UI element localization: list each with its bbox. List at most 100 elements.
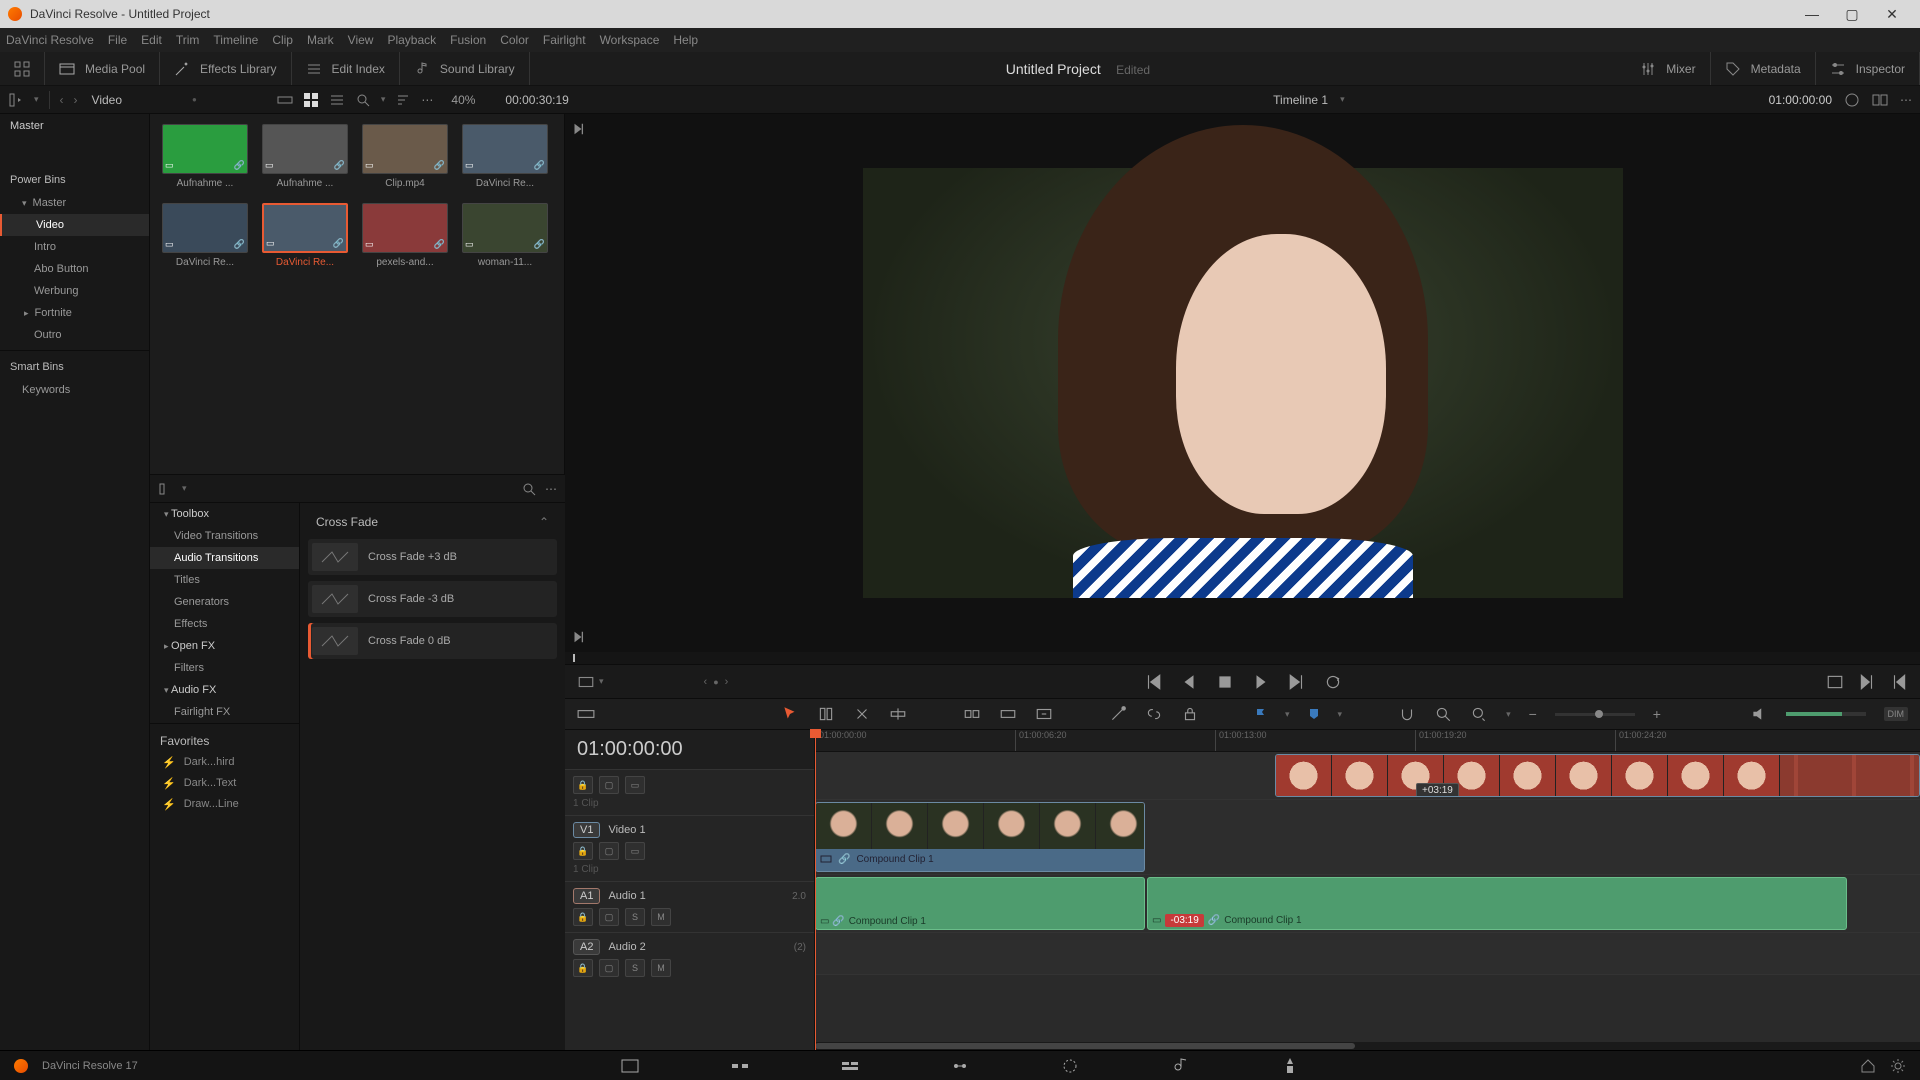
timeline-ruler[interactable]: 01:00:00:0001:00:06:2001:00:13:0001:00:1…: [815, 730, 1920, 752]
fusion-page-icon[interactable]: [950, 1056, 970, 1076]
zoom-search-icon[interactable]: [1434, 705, 1452, 723]
dynamic-trim-icon[interactable]: [853, 705, 871, 723]
maximize-button[interactable]: ▢: [1832, 6, 1872, 23]
blade-tool-icon[interactable]: [889, 705, 907, 723]
power-bins-header[interactable]: Power Bins: [0, 168, 149, 192]
flag-icon[interactable]: [1255, 708, 1267, 720]
effects-library-button[interactable]: Effects Library: [200, 62, 276, 76]
smart-bins-header[interactable]: Smart Bins: [0, 355, 149, 379]
color-page-icon[interactable]: [1060, 1056, 1080, 1076]
fx-filters[interactable]: Filters: [150, 657, 299, 679]
fx-preset[interactable]: Cross Fade 0 dB: [308, 623, 557, 659]
clip-thumbnail[interactable]: ▭🔗: [462, 203, 548, 253]
smartbin-keywords[interactable]: Keywords: [0, 379, 149, 401]
a1-clip-1[interactable]: ▭ 🔗Compound Clip 1: [815, 877, 1145, 930]
timeline-timecode[interactable]: 01:00:00:00: [565, 730, 814, 769]
a1-track-name[interactable]: Audio 1: [608, 890, 645, 902]
sound-library-button[interactable]: Sound Library: [440, 62, 515, 76]
nav-next-icon[interactable]: ›: [725, 676, 729, 688]
prev-edit-icon[interactable]: [571, 630, 585, 644]
favorite-item[interactable]: ⚡Draw...Line: [160, 794, 289, 815]
viewer-canvas[interactable]: [863, 168, 1623, 598]
menu-timeline[interactable]: Timeline: [213, 33, 258, 47]
v2-clip[interactable]: +03:19 🔗 Compound C +03:19: [1275, 754, 1920, 797]
matchframe-icon[interactable]: [1826, 673, 1844, 691]
bin-item-intro[interactable]: Intro: [0, 236, 149, 258]
menu-clip[interactable]: Clip: [272, 33, 293, 47]
track-solo-button[interactable]: S: [625, 959, 645, 977]
bin-item-fortnite[interactable]: ▸ Fortnite: [0, 302, 149, 324]
blade-edit-icon[interactable]: [1109, 705, 1127, 723]
deliver-page-icon[interactable]: [1280, 1056, 1300, 1076]
v1-badge[interactable]: V1: [573, 822, 600, 838]
go-start-button[interactable]: [1144, 673, 1162, 691]
fx-tree-audio-transitions[interactable]: Audio Transitions: [150, 547, 299, 569]
search-icon[interactable]: [521, 481, 537, 497]
bypass-icon[interactable]: [577, 673, 595, 691]
fx-fairlight[interactable]: Fairlight FX: [150, 701, 299, 723]
lock-icon[interactable]: [1181, 705, 1199, 723]
menu-playback[interactable]: Playback: [387, 33, 436, 47]
track-autoselect-button[interactable]: ▢: [599, 908, 619, 926]
menu-fairlight[interactable]: Fairlight: [543, 33, 586, 47]
fx-preset[interactable]: Cross Fade +3 dB: [308, 539, 557, 575]
zoom-out-button[interactable]: −: [1529, 706, 1537, 722]
bin-item-abo-button[interactable]: Abo Button: [0, 258, 149, 280]
listview-icon[interactable]: [329, 92, 345, 108]
mediapool-button[interactable]: Media Pool: [85, 62, 145, 76]
viewer-scrubber[interactable]: [565, 652, 1920, 664]
clip-thumbnail[interactable]: ▭🔗: [162, 203, 248, 253]
clip-thumbnail[interactable]: ▭🔗: [262, 124, 348, 174]
track-lock-button[interactable]: 🔒: [573, 908, 593, 926]
playhead[interactable]: [815, 730, 816, 1050]
strip-view-icon[interactable]: [277, 92, 293, 108]
favorite-item[interactable]: ⚡Dark...hird: [160, 752, 289, 773]
fx-audiofx-header[interactable]: ▾ Audio FX: [150, 679, 299, 701]
filter-chevron-icon[interactable]: ▾: [381, 94, 386, 105]
clip-thumbnail[interactable]: ▭🔗: [162, 124, 248, 174]
link-icon[interactable]: [1145, 705, 1163, 723]
loop-button[interactable]: [1324, 673, 1342, 691]
minimize-button[interactable]: —: [1792, 6, 1832, 22]
favorite-item[interactable]: ⚡Dark...Text: [160, 773, 289, 794]
menu-color[interactable]: Color: [500, 33, 529, 47]
a2-track-name[interactable]: Audio 2: [608, 941, 645, 953]
a2-badge[interactable]: A2: [573, 939, 600, 955]
menu-view[interactable]: View: [348, 33, 374, 47]
track-autoselect-button[interactable]: ▢: [599, 959, 619, 977]
v1-clip[interactable]: 🔗 Compound Clip 1: [815, 802, 1145, 872]
clip-thumbnail[interactable]: ▭🔗: [262, 203, 348, 253]
v1-track-name[interactable]: Video 1: [608, 824, 645, 836]
mixer-button[interactable]: Mixer: [1666, 62, 1695, 76]
menu-workspace[interactable]: Workspace: [600, 33, 660, 47]
chevron-down-icon[interactable]: ▾: [182, 483, 187, 494]
collapse-icon[interactable]: ⌃: [539, 515, 549, 529]
zoom-in-button[interactable]: +: [1653, 706, 1661, 722]
nav-back-button[interactable]: ‹: [60, 93, 64, 107]
next-edit-icon[interactable]: [571, 122, 585, 136]
timeline-name[interactable]: Timeline 1: [1273, 93, 1328, 107]
panel-list-icon[interactable]: [158, 481, 174, 497]
track-mute-button[interactable]: M: [651, 908, 671, 926]
timeline-view-options-icon[interactable]: [577, 705, 595, 723]
grid-view-icon[interactable]: [303, 92, 319, 108]
fullscreen-icon[interactable]: [14, 61, 30, 77]
track-lock-button[interactable]: 🔒: [573, 842, 593, 860]
replace-clip-icon[interactable]: [1035, 705, 1053, 723]
track-autoselect-button[interactable]: ▢: [599, 842, 619, 860]
zoom-dropdown-icon[interactable]: [1470, 705, 1488, 723]
overwrite-clip-icon[interactable]: [999, 705, 1017, 723]
play-button[interactable]: [1252, 673, 1270, 691]
step-end-icon[interactable]: [1858, 673, 1876, 691]
dualview-icon[interactable]: [1872, 92, 1888, 108]
clip-thumbnail[interactable]: ▭🔗: [362, 203, 448, 253]
step-start-icon[interactable]: [1890, 673, 1908, 691]
clip-thumbnail[interactable]: ▭🔗: [462, 124, 548, 174]
track-lock-button[interactable]: 🔒: [573, 776, 593, 794]
cut-page-icon[interactable]: [730, 1056, 750, 1076]
timeline-scrollbar[interactable]: [815, 1042, 1920, 1050]
menu-edit[interactable]: Edit: [141, 33, 162, 47]
play-reverse-button[interactable]: [1180, 673, 1198, 691]
fx-tree-effects[interactable]: Effects: [150, 613, 299, 635]
bin-item-werbung[interactable]: Werbung: [0, 280, 149, 302]
